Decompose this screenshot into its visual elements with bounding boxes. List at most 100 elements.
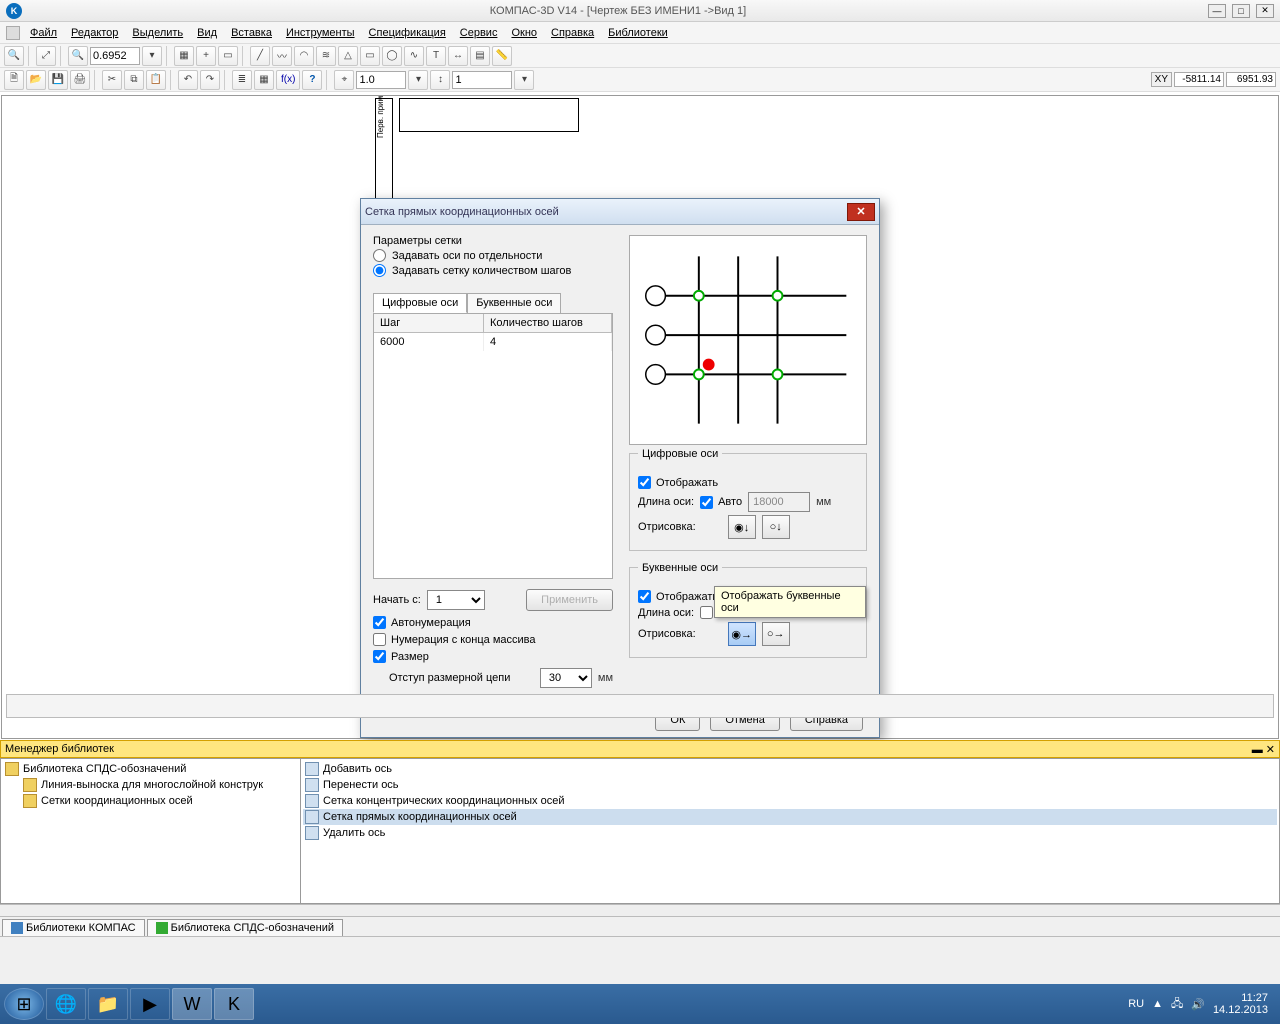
library-list[interactable]: Добавить ось Перенести ось Сетка концент…	[301, 759, 1279, 903]
shape-icon[interactable]: △	[338, 46, 358, 66]
tool-c-icon[interactable]: ▭	[218, 46, 238, 66]
menu-service[interactable]: Сервис	[454, 25, 504, 41]
system-tray[interactable]: RU ▲ 🖧 🔊 11:27 14.12.2013	[1128, 992, 1276, 1016]
start-select[interactable]: 1	[427, 590, 485, 610]
rect-icon[interactable]: ▭	[360, 46, 380, 66]
digit-mm: мм	[816, 496, 831, 508]
tab-letter-axes[interactable]: Буквенные оси	[467, 293, 561, 313]
hatch-icon[interactable]: ▤	[470, 46, 490, 66]
cell-step[interactable]: 6000	[374, 333, 484, 351]
help-icon[interactable]: ?	[302, 70, 322, 90]
apply-button[interactable]: Применить	[526, 589, 613, 611]
digit-render-label: Отрисовка:	[638, 521, 696, 533]
swap-icon[interactable]: ↕	[430, 70, 450, 90]
tool-b-icon[interactable]: +	[196, 46, 216, 66]
menu-insert[interactable]: Вставка	[225, 25, 278, 41]
radio-individual[interactable]: Задавать оси по отдельности	[373, 249, 613, 262]
chk-size[interactable]: Размер	[373, 650, 613, 663]
zoom-input[interactable]	[90, 47, 140, 65]
menu-help[interactable]: Справка	[545, 25, 600, 41]
curve-icon[interactable]: 〰	[272, 46, 292, 66]
tray-net-icon[interactable]: 🖧	[1171, 995, 1183, 1014]
tab-spds[interactable]: Библиотека СПДС-обозначений	[147, 919, 343, 936]
digit-render-opt2[interactable]: ○↓	[762, 515, 790, 539]
measure-icon[interactable]: 📏	[492, 46, 512, 66]
print-icon[interactable]: 🖨	[70, 70, 90, 90]
chk-num-end[interactable]: Нумерация с конца массива	[373, 633, 613, 646]
taskbar-word-icon[interactable]: W	[172, 988, 212, 1020]
snap-icon[interactable]: ⌖	[334, 70, 354, 90]
cell-count[interactable]: 4	[484, 333, 612, 351]
menu-tools[interactable]: Инструменты	[280, 25, 361, 41]
taskbar-media-icon[interactable]: ▶	[130, 988, 170, 1020]
zoom-mag-icon[interactable]: 🔍	[68, 46, 88, 66]
digit-render-opt1[interactable]: ◉↓	[728, 515, 756, 539]
taskbar-explorer-icon[interactable]: 📁	[88, 988, 128, 1020]
paste-icon[interactable]: 📋	[146, 70, 166, 90]
cut-icon[interactable]: ✂	[102, 70, 122, 90]
drawing-label: Перв. примен	[376, 95, 385, 138]
line-icon[interactable]: ╱	[250, 46, 270, 66]
save-icon[interactable]: 💾	[48, 70, 68, 90]
tray-flag-icon[interactable]: ▲	[1152, 998, 1163, 1010]
menu-libs[interactable]: Библиотеки	[602, 25, 674, 41]
tray-lang[interactable]: RU	[1128, 998, 1144, 1010]
maximize-button[interactable]: □	[1232, 4, 1250, 18]
tool-a-icon[interactable]: ▦	[174, 46, 194, 66]
letter-render-opt1[interactable]: ◉→	[728, 622, 756, 646]
polyline-icon[interactable]: ≋	[316, 46, 336, 66]
start-button[interactable]: ⊞	[4, 988, 44, 1020]
new-icon[interactable]: 🗎	[4, 70, 24, 90]
digit-axislen-input[interactable]	[748, 492, 810, 512]
status-slot	[6, 694, 1274, 718]
text-icon[interactable]: T	[426, 46, 446, 66]
menu-icon[interactable]	[6, 26, 20, 40]
chain-label: Отступ размерной цепи	[389, 672, 510, 684]
taskbar-kompas-icon[interactable]: K	[214, 988, 254, 1020]
fx-icon[interactable]: f(x)	[276, 70, 300, 90]
dropdown3-icon[interactable]: ▾	[514, 70, 534, 90]
dropdown-icon[interactable]: ▾	[142, 46, 162, 66]
chk-digit-auto[interactable]: Авто	[700, 496, 742, 509]
redo-icon[interactable]: ↷	[200, 70, 220, 90]
library-tree[interactable]: Библиотека СПДС-обозначений Линия-выноск…	[1, 759, 301, 903]
copy-icon[interactable]: ⧉	[124, 70, 144, 90]
library-close-icon[interactable]: ▬ ✕	[1252, 743, 1275, 756]
menu-spec[interactable]: Спецификация	[363, 25, 452, 41]
chk-autonum[interactable]: Автонумерация	[373, 616, 613, 629]
chain-select[interactable]: 30	[540, 668, 592, 688]
dim-icon[interactable]: ↔	[448, 46, 468, 66]
coord-x[interactable]	[1174, 72, 1224, 87]
radio-steps[interactable]: Задавать сетку количеством шагов	[373, 264, 613, 277]
tab-digit-axes[interactable]: Цифровые оси	[373, 293, 467, 313]
menu-window[interactable]: Окно	[505, 25, 543, 41]
open-icon[interactable]: 📂	[26, 70, 46, 90]
arc-icon[interactable]: ◠	[294, 46, 314, 66]
spline-icon[interactable]: ∿	[404, 46, 424, 66]
circle-icon[interactable]: ◯	[382, 46, 402, 66]
dropdown2-icon[interactable]: ▾	[408, 70, 428, 90]
chk-letter-auto[interactable]	[700, 606, 713, 619]
menu-view[interactable]: Вид	[191, 25, 223, 41]
val1-input[interactable]	[356, 71, 406, 89]
letter-render-opt2[interactable]: ○→	[762, 622, 790, 646]
chk-digit-show[interactable]: Отображать	[638, 476, 858, 489]
dialog-close-button[interactable]: ✕	[847, 203, 875, 221]
close-button[interactable]: ✕	[1256, 4, 1274, 18]
zoom-fit-icon[interactable]: ⤢	[36, 46, 56, 66]
tray-sound-icon[interactable]: 🔊	[1191, 998, 1205, 1011]
taskbar-ie-icon[interactable]: 🌐	[46, 988, 86, 1020]
steps-table[interactable]: Шаг Количество шагов 6000 4	[373, 313, 613, 579]
undo-icon[interactable]: ↶	[178, 70, 198, 90]
val2-input[interactable]	[452, 71, 512, 89]
grid-icon[interactable]: ▦	[254, 70, 274, 90]
zoom-in-icon[interactable]: 🔍	[4, 46, 24, 66]
tray-date: 14.12.2013	[1213, 1004, 1268, 1016]
menu-edit[interactable]: Редактор	[65, 25, 124, 41]
menu-select[interactable]: Выделить	[126, 25, 189, 41]
menu-file[interactable]: Файл	[24, 25, 63, 41]
tab-kompas-libs[interactable]: Библиотеки КОМПАС	[2, 919, 145, 936]
coord-y[interactable]	[1226, 72, 1276, 87]
minimize-button[interactable]: —	[1208, 4, 1226, 18]
layer-icon[interactable]: ≣	[232, 70, 252, 90]
